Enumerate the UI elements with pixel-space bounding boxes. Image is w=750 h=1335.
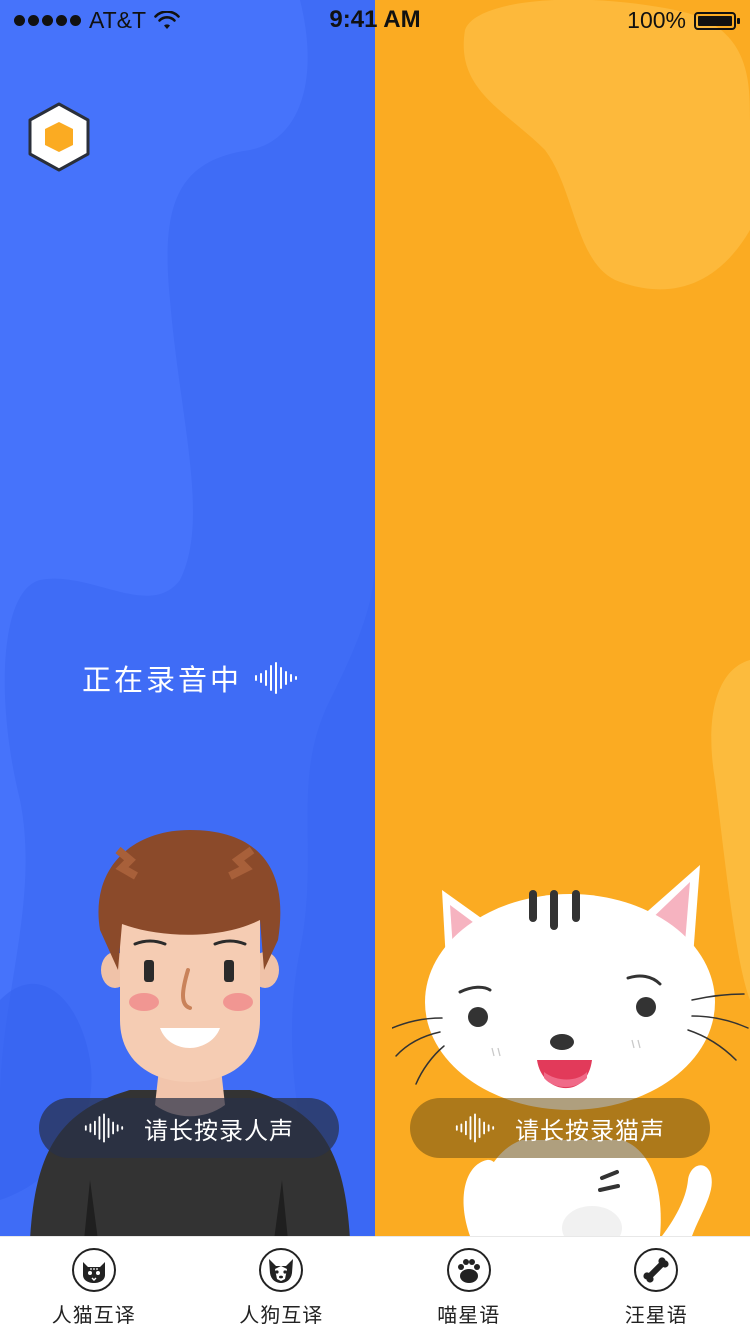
- cat-face-icon: [72, 1248, 116, 1292]
- record-cat-button[interactable]: 请长按录猫声: [410, 1098, 710, 1158]
- sound-wave-icon: [455, 1113, 495, 1143]
- paw-icon: [447, 1248, 491, 1292]
- tab-dog-language[interactable]: 汪星语: [563, 1237, 750, 1335]
- record-human-label: 请长按录人声: [144, 1111, 294, 1146]
- recording-indicator: 正在录音中: [82, 657, 298, 699]
- tab-label: 人狗互译: [239, 1299, 323, 1328]
- bone-icon: [634, 1248, 678, 1292]
- status-bar: AT&T 9:41 AM 100%: [0, 0, 750, 40]
- human-illustration: [20, 820, 360, 1236]
- battery-percent: 100%: [627, 7, 686, 34]
- sound-wave-icon: [84, 1113, 124, 1143]
- tab-cat-language[interactable]: 喵星语: [375, 1237, 563, 1335]
- status-right: 100%: [627, 7, 736, 34]
- tab-human-cat[interactable]: 人猫互译: [0, 1237, 188, 1335]
- tab-label: 喵星语: [437, 1299, 500, 1328]
- app-logo-hexagon-icon[interactable]: [26, 102, 92, 172]
- tab-human-dog[interactable]: 人狗互译: [188, 1237, 376, 1335]
- tab-label: 汪星语: [625, 1299, 688, 1328]
- record-human-button[interactable]: 请长按录人声: [39, 1098, 339, 1158]
- sound-wave-icon: [254, 662, 298, 694]
- human-panel[interactable]: 正在录音中: [0, 0, 375, 1236]
- battery-fill: [698, 16, 732, 26]
- record-cat-label: 请长按录猫声: [515, 1111, 665, 1146]
- tab-label: 人猫互译: [52, 1299, 136, 1328]
- dog-face-icon: [259, 1248, 303, 1292]
- bottom-tab-bar: 人猫互译 人狗互译 喵星语: [0, 1236, 750, 1335]
- cat-illustration: [392, 860, 750, 1236]
- battery-icon: [694, 12, 736, 30]
- recording-text: 正在录音中: [82, 657, 242, 699]
